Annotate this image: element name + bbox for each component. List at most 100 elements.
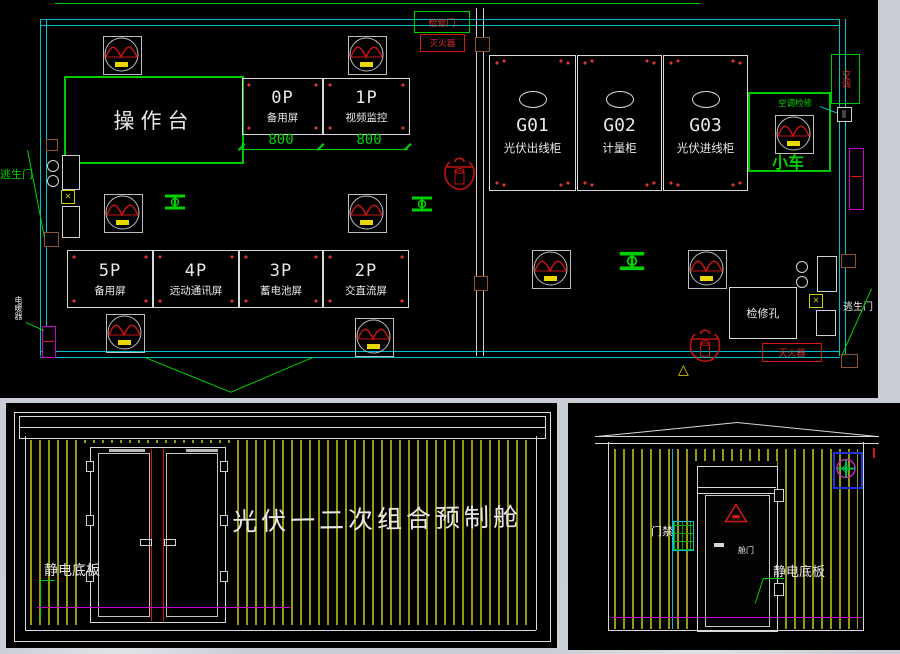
top-door-label: 检修门 bbox=[428, 16, 455, 29]
door-center-line bbox=[151, 449, 152, 621]
socket-icon bbox=[47, 160, 59, 172]
door-center-line bbox=[163, 449, 164, 621]
floor-leader-line bbox=[40, 580, 41, 621]
section-marker-triangle: △ bbox=[678, 362, 689, 378]
switch-label-box bbox=[62, 206, 80, 238]
ceiling-fan-icon bbox=[106, 314, 145, 353]
switch-x-icon: ✕ bbox=[61, 190, 75, 204]
door-swing-bottom bbox=[145, 357, 231, 392]
cabinet-g02: G02 计量柜 bbox=[577, 55, 662, 191]
wall-junction bbox=[474, 276, 488, 291]
wall-divider bbox=[476, 8, 484, 356]
door-leaf-left bbox=[98, 453, 150, 617]
exhaust-fan-icon bbox=[833, 452, 863, 489]
door-hinge bbox=[220, 571, 228, 582]
cad-screenshot: 检修门 灭火器 操作台 0P 备用屏 1P 视频监控 800 800 5P 备用… bbox=[0, 0, 900, 654]
ac-note-label: 空调检修 bbox=[778, 97, 812, 109]
operator-console: 操作台 bbox=[64, 76, 244, 164]
ac-unit-label: 空调 bbox=[839, 70, 852, 88]
floor-leader-line bbox=[40, 580, 55, 581]
top-door-box: 检修门 bbox=[414, 11, 470, 33]
screen-4p: 4P 远动通讯屏 bbox=[153, 250, 239, 308]
door-handle bbox=[140, 539, 152, 546]
door-handle bbox=[164, 539, 176, 546]
screen-1p: 1P 视频监控 bbox=[323, 78, 410, 135]
door-transom-line bbox=[697, 487, 776, 488]
light-fixture-icon bbox=[409, 195, 435, 217]
fire-extinguisher-tag-bottom: 灭火器 bbox=[762, 343, 822, 362]
wall-junction bbox=[46, 139, 58, 151]
door-handle bbox=[714, 543, 724, 547]
wall-left bbox=[40, 19, 47, 356]
door-hinge bbox=[220, 461, 228, 472]
side-elevation-panel: 舱门 门禁 静电底板 bbox=[568, 403, 900, 650]
roof-slope bbox=[597, 422, 737, 437]
fire-extinguisher-icon bbox=[443, 156, 476, 198]
door-tag bbox=[186, 449, 218, 452]
switch-label-box bbox=[816, 310, 836, 336]
door-swing-bottom bbox=[230, 357, 313, 393]
door-hinge bbox=[774, 489, 784, 502]
wall-edge bbox=[536, 436, 537, 630]
light-fixture-icon bbox=[162, 193, 188, 215]
ceiling-fan-icon bbox=[355, 318, 394, 357]
ceiling-fan-icon bbox=[104, 194, 143, 233]
cabin-title: 光伏一二次组合预制舱 bbox=[232, 497, 523, 538]
escape-door-right-label: 逃生门 bbox=[843, 298, 873, 313]
wall-junction bbox=[44, 232, 59, 247]
door-hinge bbox=[86, 461, 94, 472]
door-leaf-right bbox=[166, 453, 218, 617]
socket-icon bbox=[47, 175, 59, 187]
access-control-label: 门禁 bbox=[651, 523, 673, 539]
dim-800-right: 800 bbox=[336, 132, 402, 148]
roof-slope bbox=[737, 422, 878, 437]
sheet-edge-line bbox=[55, 3, 700, 4]
wall-junction bbox=[475, 37, 490, 52]
wall-junction bbox=[841, 354, 858, 368]
floor-level-line bbox=[612, 617, 862, 618]
socket-icon bbox=[796, 276, 808, 288]
wall-base-line bbox=[25, 630, 536, 631]
door-hinge bbox=[774, 583, 784, 596]
wall-edge bbox=[863, 442, 864, 631]
console-label: 操作台 bbox=[114, 105, 195, 135]
door-transom-line bbox=[697, 493, 776, 494]
switch-label-box bbox=[62, 155, 80, 190]
cabinet-vent bbox=[606, 91, 634, 108]
dimension-line bbox=[241, 149, 408, 150]
wall-edge bbox=[25, 436, 26, 630]
fire-extinguisher-icon bbox=[688, 328, 722, 370]
trolley-label: 小车 bbox=[772, 149, 804, 173]
heater-icon bbox=[849, 148, 864, 210]
floor-leader-line bbox=[764, 578, 784, 579]
roof-eave-band bbox=[595, 436, 879, 444]
wall-junction bbox=[841, 254, 856, 268]
ceiling-fan-icon bbox=[348, 36, 387, 75]
maintenance-hatch: 检修孔 bbox=[729, 287, 797, 339]
cabinet-g01: G01 光伏出线柜 bbox=[489, 55, 576, 191]
switch-x-icon: ✕ bbox=[809, 294, 823, 308]
light-fixture-icon bbox=[616, 250, 648, 276]
wall-edge bbox=[608, 442, 609, 631]
roof-marker bbox=[873, 448, 875, 458]
cabinet-g03: G03 光伏进线柜 bbox=[663, 55, 748, 191]
ceiling-fan-icon bbox=[532, 250, 571, 289]
floor-level-line bbox=[37, 607, 290, 608]
heater-label: 电暖器 bbox=[13, 296, 24, 320]
door-hinge bbox=[220, 515, 228, 526]
screen-0p: 0P 备用屏 bbox=[242, 78, 323, 135]
floor-label: 静电底板 bbox=[44, 560, 100, 580]
floor-plan-panel: 检修门 灭火器 操作台 0P 备用屏 1P 视频监控 800 800 5P 备用… bbox=[0, 0, 878, 398]
ceiling-fan-icon bbox=[348, 194, 387, 233]
door-hinge bbox=[86, 515, 94, 526]
side-door-label: 舱门 bbox=[738, 545, 754, 556]
ceiling-fan-icon bbox=[103, 36, 142, 75]
heater-icon bbox=[42, 326, 56, 358]
door-tag bbox=[109, 449, 145, 452]
ac-unit-box: 空调 bbox=[831, 54, 860, 104]
cabinet-vent bbox=[519, 91, 547, 108]
socket-icon bbox=[796, 261, 808, 273]
roof-band bbox=[19, 416, 546, 439]
keypad-icon bbox=[673, 521, 694, 551]
dim-800-left: 800 bbox=[250, 132, 312, 148]
